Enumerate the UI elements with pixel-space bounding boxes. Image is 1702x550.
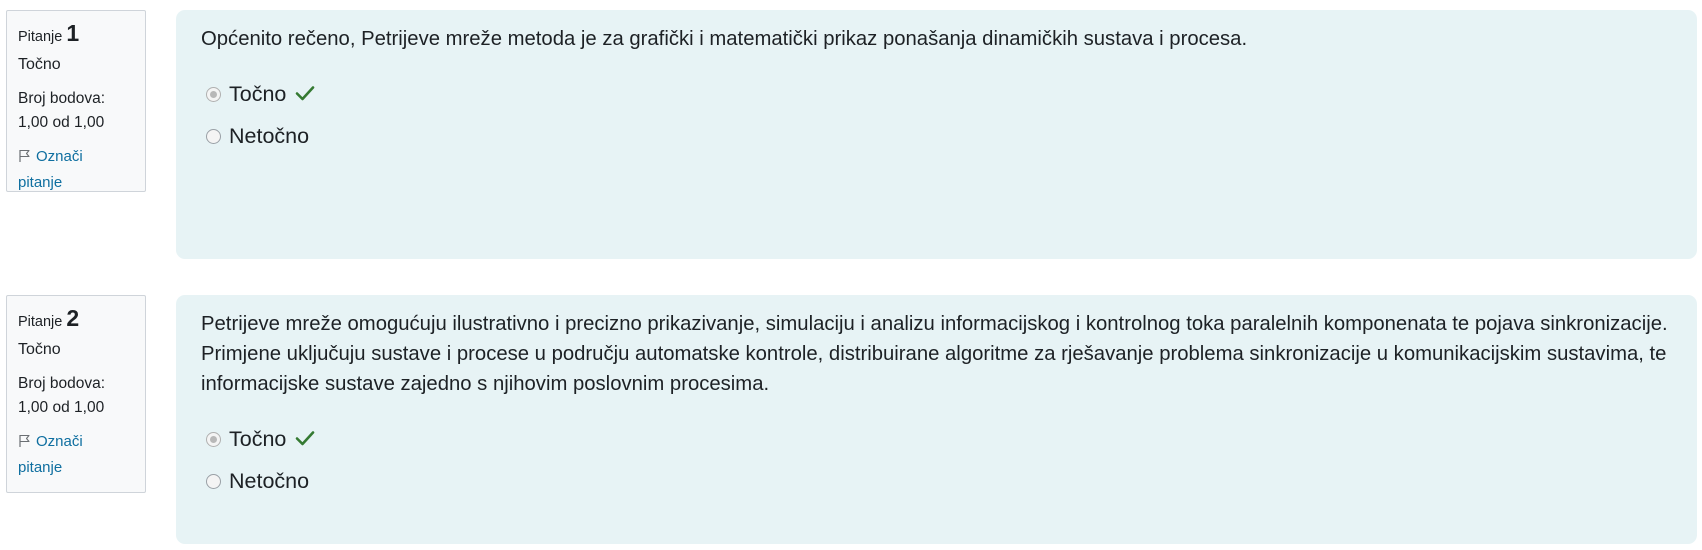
flag-label-line-2: pitanje [18,459,63,476]
question-text: Petrijeve mreže omogućuju ilustrativno i… [201,313,1668,395]
question-content: Petrijeve mreže omogućuju ilustrativno i… [176,295,1697,544]
question-number-row: Pitanje 2 [18,305,135,335]
radio-false[interactable] [206,473,221,489]
flag-question-link[interactable]: Označi pitanje [18,145,135,195]
option-label: Netočno [229,468,310,493]
question-grade: Broj bodova: 1,00 od 1,00 [18,372,135,420]
flag-icon [18,432,32,456]
radio-false[interactable] [206,128,221,144]
check-icon [295,82,315,107]
answer-option-false[interactable]: Netočno [201,115,1671,157]
radio-true[interactable] [206,86,221,102]
flag-label-line-2: pitanje [18,174,63,191]
grade-label: Broj bodova: [18,90,106,107]
question-content: Općenito rečeno, Petrijeve mreže metoda … [176,10,1697,259]
question-state: Točno [18,56,61,73]
question-number: 1 [66,20,80,46]
option-label: Točno [229,426,287,451]
question-number-row: Pitanje 1 [18,20,135,50]
grade-value: 1,00 od 1,00 [18,114,105,131]
answer-options: Točno Netočno [201,73,1671,157]
flag-label-line-1: Označi [36,148,83,165]
question-info-panel: Pitanje 2 Točno Broj bodova: 1,00 od 1,0… [6,295,146,493]
answer-options: Točno Netočno [201,418,1671,502]
question-label: Pitanje [18,29,63,45]
option-label: Točno [229,81,287,106]
question-number: 2 [66,305,80,331]
flag-icon [18,147,32,171]
flag-label-line-1: Označi [36,433,83,450]
flag-question-link[interactable]: Označi pitanje [18,430,135,480]
question-label: Pitanje [18,314,63,330]
answer-option-true[interactable]: Točno [201,73,1671,115]
answer-option-true[interactable]: Točno [201,418,1671,460]
answer-option-false[interactable]: Netočno [201,460,1671,502]
check-icon [295,427,315,452]
question-text: Općenito rečeno, Petrijeve mreže metoda … [201,28,1248,50]
question-info-panel: Pitanje 1 Točno Broj bodova: 1,00 od 1,0… [6,10,146,192]
radio-true[interactable] [206,431,221,447]
question-state: Točno [18,341,61,358]
option-label: Netočno [229,123,310,148]
question-grade: Broj bodova: 1,00 od 1,00 [18,87,135,135]
grade-label: Broj bodova: [18,375,106,392]
grade-value: 1,00 od 1,00 [18,399,105,416]
